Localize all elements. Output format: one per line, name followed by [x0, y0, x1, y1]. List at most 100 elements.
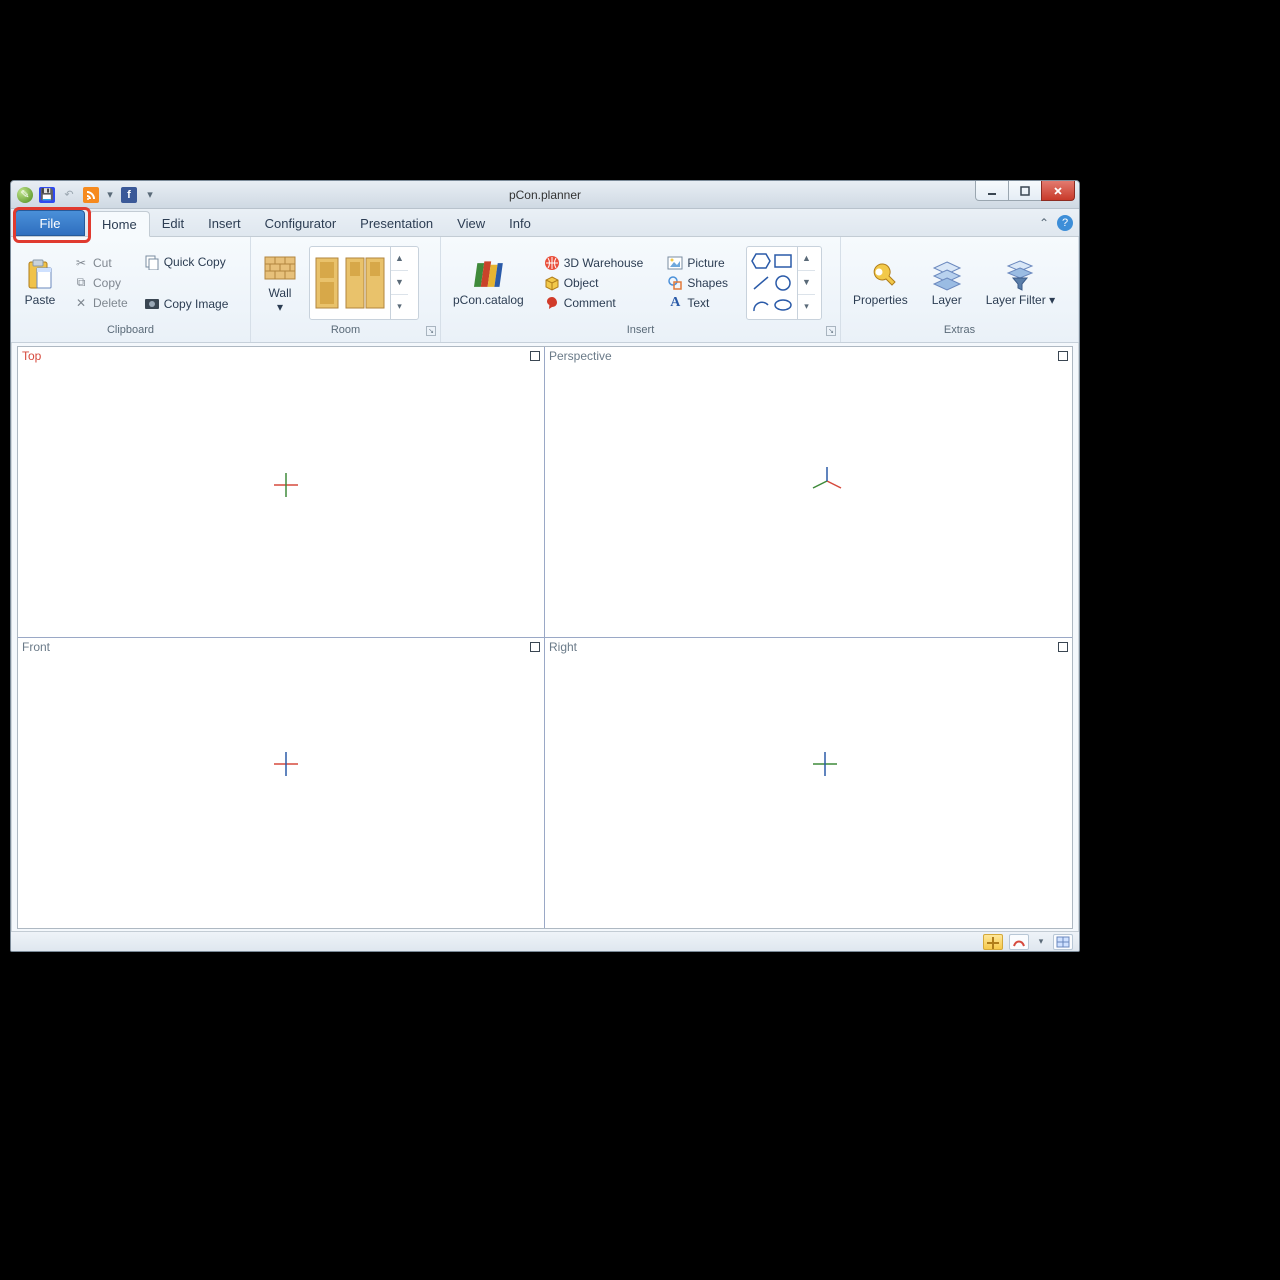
group-label: Insert [627, 324, 655, 336]
shape-hexagon-icon[interactable] [751, 252, 771, 270]
viewport-right[interactable]: Right [545, 638, 1072, 929]
shapes-button[interactable]: Shapes [663, 274, 732, 292]
shape-arc-icon[interactable] [751, 296, 771, 314]
qat-more-icon[interactable]: ▾ [143, 187, 157, 203]
minimize-button[interactable] [975, 181, 1009, 201]
wall-split-button[interactable]: Wall▾ [259, 249, 301, 315]
tab-presentation[interactable]: Presentation [348, 210, 445, 236]
cut-button[interactable]: ✂Cut [69, 254, 132, 272]
viewport-layout-icon[interactable] [1053, 934, 1073, 950]
3d-warehouse-button[interactable]: 3D Warehouse [540, 254, 648, 272]
object-button[interactable]: Object [540, 274, 648, 292]
delete-button[interactable]: ✕Delete [69, 294, 132, 312]
save-icon[interactable]: 💾 [39, 187, 55, 203]
window-title: pCon.planner [11, 188, 1079, 202]
layer-label: Layer [932, 294, 962, 307]
axis-gizmo-icon [270, 469, 302, 501]
maximize-button[interactable] [1008, 181, 1042, 201]
quick-copy-label: Quick Copy [164, 255, 226, 269]
room-gallery[interactable]: ▲ ▼ ▾ [309, 246, 419, 320]
group-label: Clipboard [107, 324, 154, 336]
shape-line-icon[interactable] [751, 274, 771, 292]
group-insert: pCon.catalog 3D Warehouse Object Comment… [441, 237, 841, 342]
properties-button[interactable]: Properties [849, 256, 912, 309]
viewport-maximize-icon[interactable] [1058, 642, 1068, 652]
viewport-maximize-icon[interactable] [530, 642, 540, 652]
tab-home[interactable]: Home [89, 211, 150, 237]
viewport-top[interactable]: Top [18, 347, 545, 638]
collapse-ribbon-icon[interactable]: ⌃ [1039, 216, 1049, 230]
quick-copy-button[interactable]: Quick Copy [140, 253, 233, 271]
dialog-launcher-icon[interactable]: ↘ [426, 326, 436, 336]
copy-icon: ⧉ [73, 275, 89, 291]
shapes-gallery[interactable]: ▲ ▼ ▾ [746, 246, 822, 320]
shape-circle-icon[interactable] [773, 274, 793, 292]
gallery-down-icon[interactable]: ▼ [391, 271, 408, 295]
shape-rect-icon[interactable] [773, 252, 793, 270]
gallery-down-icon[interactable]: ▼ [798, 271, 815, 295]
picture-icon [667, 255, 683, 271]
app-menu-icon[interactable]: ✎ [17, 187, 33, 203]
undo-icon[interactable]: ↶ [61, 187, 77, 203]
copy-image-button[interactable]: Copy Image [140, 295, 233, 313]
quick-copy-icon [144, 254, 160, 270]
text-button[interactable]: AText [663, 294, 732, 312]
dialog-launcher-icon[interactable]: ↘ [826, 326, 836, 336]
snap-toggle-icon[interactable] [1009, 934, 1029, 950]
group-room: Wall▾ ▲ ▼ ▾ Room↘ [251, 237, 441, 342]
file-tab[interactable]: File [15, 210, 85, 236]
properties-label: Properties [853, 294, 908, 307]
group-label: Extras [944, 324, 975, 336]
layer-filter-label: Layer Filter ▾ [986, 294, 1055, 307]
gallery-more-icon[interactable]: ▾ [391, 295, 408, 318]
axis-gizmo-icon [809, 463, 845, 499]
picture-button[interactable]: Picture [663, 254, 732, 272]
tab-view[interactable]: View [445, 210, 497, 236]
tab-configurator[interactable]: Configurator [253, 210, 349, 236]
layer-filter-button[interactable]: Layer Filter ▾ [982, 256, 1059, 309]
help-icon[interactable]: ? [1057, 215, 1073, 231]
door-single-icon[interactable] [314, 256, 340, 310]
shapes-icon [667, 275, 683, 291]
tab-label: View [457, 216, 485, 231]
app-window: ✎ 💾 ↶ ▾ f ▾ pCon.planner File Home [10, 180, 1080, 952]
tab-insert[interactable]: Insert [196, 210, 253, 236]
pcon-catalog-button[interactable]: pCon.catalog [449, 256, 528, 309]
gallery-up-icon[interactable]: ▲ [798, 247, 815, 271]
copy-image-icon [144, 296, 160, 312]
rss-dropdown-icon[interactable]: ▾ [105, 187, 115, 203]
viewport-perspective[interactable]: Perspective [545, 347, 1072, 638]
layer-button[interactable]: Layer [926, 256, 968, 309]
snap-dropdown-icon[interactable]: ▾ [1035, 934, 1047, 950]
viewport-label: Right [549, 640, 577, 654]
file-tab-label: File [40, 216, 61, 231]
gallery-more-icon[interactable]: ▾ [798, 295, 815, 318]
comment-icon [544, 295, 560, 311]
axis-gizmo-icon [270, 748, 302, 780]
facebook-icon[interactable]: f [121, 187, 137, 203]
tab-label: Info [509, 216, 531, 231]
object-label: Object [564, 276, 599, 290]
text-icon: A [667, 295, 683, 311]
paste-button[interactable]: Paste [19, 256, 61, 309]
tab-edit[interactable]: Edit [150, 210, 196, 236]
group-extras: Properties Layer Layer Filter ▾ Extras [841, 237, 1079, 342]
viewport-front[interactable]: Front [18, 638, 545, 929]
viewport-grid: Top Perspective Front Right [17, 346, 1073, 929]
rss-icon[interactable] [83, 187, 99, 203]
close-button[interactable] [1041, 181, 1075, 201]
viewport-maximize-icon[interactable] [1058, 351, 1068, 361]
comment-label: Comment [564, 296, 616, 310]
move-gizmo-icon[interactable] [983, 934, 1003, 950]
tab-info[interactable]: Info [497, 210, 543, 236]
comment-button[interactable]: Comment [540, 294, 648, 312]
shape-ellipse-icon[interactable] [773, 296, 793, 314]
copy-button[interactable]: ⧉Copy [69, 274, 132, 292]
viewport-label: Top [22, 349, 41, 363]
tab-label: Edit [162, 216, 184, 231]
viewport-maximize-icon[interactable] [530, 351, 540, 361]
door-double-icon[interactable] [344, 256, 386, 310]
gallery-up-icon[interactable]: ▲ [391, 247, 408, 271]
window-controls [976, 181, 1075, 201]
ribbon-home: Paste ✂Cut ⧉Copy ✕Delete Quick Copy Copy… [11, 237, 1079, 343]
